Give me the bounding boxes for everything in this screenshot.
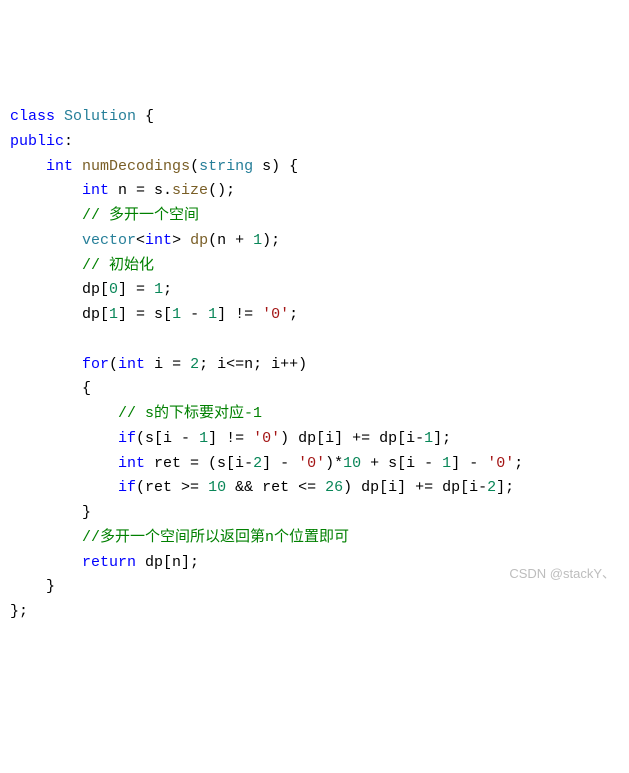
num-1g: 1 bbox=[424, 430, 433, 447]
type-Solution: Solution bbox=[64, 108, 136, 125]
keyword-int: int bbox=[46, 158, 73, 175]
str-0b: '0' bbox=[253, 430, 280, 447]
num-10: 10 bbox=[343, 455, 361, 472]
num-26: 26 bbox=[325, 479, 343, 496]
num-1a: 1 bbox=[253, 232, 262, 249]
keyword-public: public bbox=[10, 133, 64, 150]
num-10b: 10 bbox=[208, 479, 226, 496]
num-2c: 2 bbox=[487, 479, 496, 496]
num-2: 2 bbox=[190, 356, 199, 373]
keyword-int2: int bbox=[82, 182, 109, 199]
comment-3: // s的下标要对应-1 bbox=[118, 405, 262, 422]
keyword-int5: int bbox=[118, 455, 145, 472]
keyword-return: return bbox=[82, 554, 136, 571]
keyword-class: class bbox=[10, 108, 55, 125]
keyword-if: if bbox=[118, 430, 136, 447]
num-1d: 1 bbox=[172, 306, 181, 323]
num-1h: 1 bbox=[442, 455, 451, 472]
param-s: s bbox=[262, 158, 271, 175]
keyword-for: for bbox=[82, 356, 109, 373]
num-1e: 1 bbox=[208, 306, 217, 323]
type-vector: vector bbox=[82, 232, 136, 249]
num-1f: 1 bbox=[199, 430, 208, 447]
keyword-if2: if bbox=[118, 479, 136, 496]
func-size: size bbox=[172, 182, 208, 199]
num-1c: 1 bbox=[109, 306, 118, 323]
comment-2: // 初始化 bbox=[82, 257, 154, 274]
str-0a: '0' bbox=[262, 306, 289, 323]
var-dp: dp bbox=[190, 232, 208, 249]
num-1b: 1 bbox=[154, 281, 163, 298]
func-numDecodings: numDecodings bbox=[82, 158, 190, 175]
keyword-int3: int bbox=[145, 232, 172, 249]
watermark: CSDN @stackY、 bbox=[509, 563, 615, 584]
str-0c: '0' bbox=[298, 455, 325, 472]
comment-1: // 多开一个空间 bbox=[82, 207, 199, 224]
num-0: 0 bbox=[109, 281, 118, 298]
keyword-int4: int bbox=[118, 356, 145, 373]
num-2b: 2 bbox=[253, 455, 262, 472]
str-0d: '0' bbox=[487, 455, 514, 472]
comment-4: //多开一个空间所以返回第n个位置即可 bbox=[82, 529, 349, 546]
type-string: string bbox=[199, 158, 253, 175]
code-block: class Solution { public: int numDecoding… bbox=[10, 105, 619, 625]
